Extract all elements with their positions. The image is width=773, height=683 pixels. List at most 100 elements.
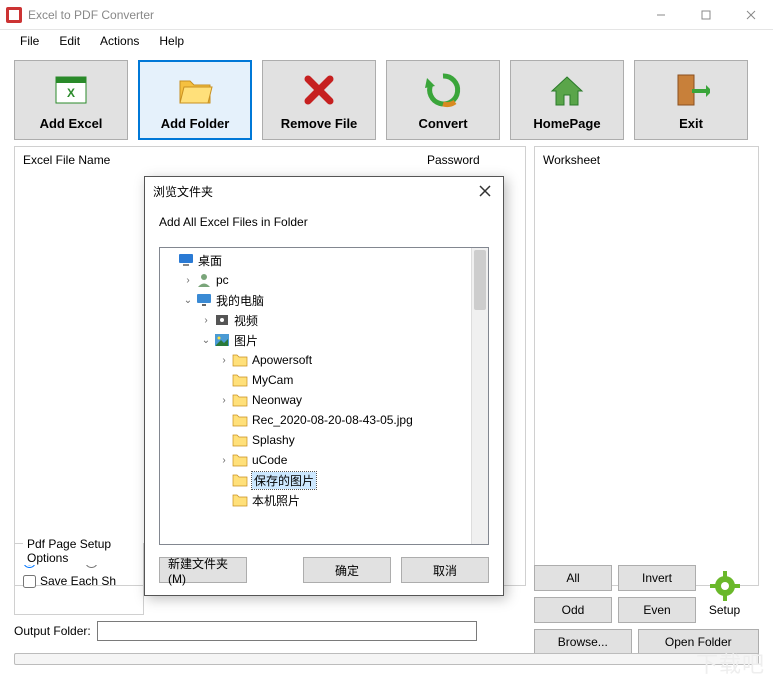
output-label: Output Folder: xyxy=(14,624,91,638)
browse-button[interactable]: Browse... xyxy=(534,629,632,655)
convert-button[interactable]: Convert xyxy=(386,60,500,140)
browse-folder-dialog: 浏览文件夹 Add All Excel Files in Folder 桌面 › p… xyxy=(144,176,504,596)
expander-icon[interactable]: › xyxy=(218,355,230,366)
tree-item-label: Rec_2020-08-20-08-43-05.jpg xyxy=(252,413,413,427)
tree-item-label: 本机照片 xyxy=(252,492,300,509)
minimize-button[interactable] xyxy=(638,0,683,30)
tree-item[interactable]: › uCode xyxy=(160,450,488,470)
toolbar: X Add Excel Add Folder Remove File Conve… xyxy=(0,52,773,146)
minimize-icon xyxy=(656,10,666,20)
picture-icon xyxy=(214,332,230,348)
tree-item[interactable]: ⌄ 图片 xyxy=(160,330,488,350)
remove-file-button[interactable]: Remove File xyxy=(262,60,376,140)
right-controls: All Invert Setup Odd Even Browse... Open… xyxy=(534,565,759,655)
col-worksheet[interactable]: Worksheet xyxy=(543,153,750,167)
close-icon xyxy=(746,10,756,20)
folder-icon xyxy=(232,352,248,368)
tree-item-label: 视频 xyxy=(234,312,258,329)
excel-icon: X xyxy=(51,70,91,110)
user-icon xyxy=(196,272,212,288)
window-title: Excel to PDF Converter xyxy=(28,8,154,22)
tree-item-label: 图片 xyxy=(234,332,258,349)
expander-icon[interactable]: › xyxy=(218,395,230,406)
tree-item[interactable]: 本机照片 xyxy=(160,490,488,510)
folder-icon xyxy=(175,70,215,110)
col-filename[interactable]: Excel File Name xyxy=(23,153,427,167)
tree-item[interactable]: ⌄ 我的电脑 xyxy=(160,290,488,310)
tree-item[interactable]: 保存的图片 xyxy=(160,470,488,490)
tree-item-label: 桌面 xyxy=(198,252,222,269)
output-row: Output Folder: xyxy=(0,617,520,645)
tree-item-label: MyCam xyxy=(252,373,293,387)
ok-button[interactable]: 确定 xyxy=(303,557,391,583)
progress-bar xyxy=(14,653,759,665)
tree-item[interactable]: Rec_2020-08-20-08-43-05.jpg xyxy=(160,410,488,430)
maximize-icon xyxy=(701,10,711,20)
menu-edit[interactable]: Edit xyxy=(49,32,90,50)
folder-icon xyxy=(232,472,248,488)
tree-item-label: Splashy xyxy=(252,433,295,447)
setup-button[interactable]: Setup xyxy=(702,567,747,622)
dialog-title: 浏览文件夹 xyxy=(153,183,475,200)
menu-actions[interactable]: Actions xyxy=(90,32,149,50)
tree-item[interactable]: › pc xyxy=(160,270,488,290)
homepage-button[interactable]: HomePage xyxy=(510,60,624,140)
add-folder-button[interactable]: Add Folder xyxy=(138,60,252,140)
maximize-button[interactable] xyxy=(683,0,728,30)
even-button[interactable]: Even xyxy=(618,597,696,623)
new-folder-button[interactable]: 新建文件夹(M) xyxy=(159,557,247,583)
expander-icon[interactable]: › xyxy=(200,315,212,326)
check-save-each-sheet[interactable]: Save Each Sh xyxy=(23,574,116,588)
menu-help[interactable]: Help xyxy=(149,32,194,50)
tree-item[interactable]: MyCam xyxy=(160,370,488,390)
odd-button[interactable]: Odd xyxy=(534,597,612,623)
menu-bar: File Edit Actions Help xyxy=(0,30,773,52)
convert-icon xyxy=(423,70,463,110)
folder-icon xyxy=(232,412,248,428)
tree-item[interactable]: › Neonway xyxy=(160,390,488,410)
scrollbar-thumb[interactable] xyxy=(474,250,486,310)
remove-icon xyxy=(299,70,339,110)
tree-item-label: uCode xyxy=(252,453,287,467)
exit-button[interactable]: Exit xyxy=(634,60,748,140)
dialog-close-button[interactable] xyxy=(475,181,495,201)
cancel-button[interactable]: 取消 xyxy=(401,557,489,583)
expander-icon[interactable]: ⌄ xyxy=(182,295,194,306)
monitor-icon xyxy=(196,292,212,308)
add-excel-button[interactable]: X Add Excel xyxy=(14,60,128,140)
tree-item-label: Apowersoft xyxy=(252,353,312,367)
scrollbar[interactable] xyxy=(471,248,488,544)
tree-item-label: Neonway xyxy=(252,393,302,407)
folder-icon xyxy=(232,452,248,468)
expander-icon[interactable]: ⌄ xyxy=(200,335,212,346)
tree-item[interactable]: 桌面 xyxy=(160,250,488,270)
expander-icon[interactable]: › xyxy=(182,275,194,286)
app-icon xyxy=(6,7,22,23)
open-folder-button[interactable]: Open Folder xyxy=(638,629,759,655)
svg-text:X: X xyxy=(67,86,75,100)
dialog-instruction: Add All Excel Files in Folder xyxy=(159,215,489,229)
menu-file[interactable]: File xyxy=(10,32,49,50)
all-button[interactable]: All xyxy=(534,565,612,591)
expander-icon[interactable]: › xyxy=(218,455,230,466)
close-icon xyxy=(479,185,491,197)
gear-icon xyxy=(710,571,740,601)
tree-item[interactable]: › Apowersoft xyxy=(160,350,488,370)
folder-icon xyxy=(232,392,248,408)
close-button[interactable] xyxy=(728,0,773,30)
output-folder-input[interactable] xyxy=(97,621,477,641)
video-icon xyxy=(214,312,230,328)
folder-tree[interactable]: 桌面 › pc ⌄ 我的电脑 › 视频 ⌄ 图片 › Apowersoft MyCam › Neonway… xyxy=(159,247,489,545)
pdf-setup-legend: Pdf Page Setup Options xyxy=(23,537,143,565)
folder-icon xyxy=(232,372,248,388)
exit-icon xyxy=(671,70,711,110)
invert-button[interactable]: Invert xyxy=(618,565,696,591)
title-bar: Excel to PDF Converter xyxy=(0,0,773,30)
tree-item[interactable]: Splashy xyxy=(160,430,488,450)
worksheet-panel: Worksheet xyxy=(534,146,759,586)
tree-item-label: pc xyxy=(216,273,229,287)
col-password[interactable]: Password xyxy=(427,153,517,167)
tree-item[interactable]: › 视频 xyxy=(160,310,488,330)
tree-item-label: 我的电脑 xyxy=(216,292,264,309)
tree-item-label: 保存的图片 xyxy=(252,472,316,489)
